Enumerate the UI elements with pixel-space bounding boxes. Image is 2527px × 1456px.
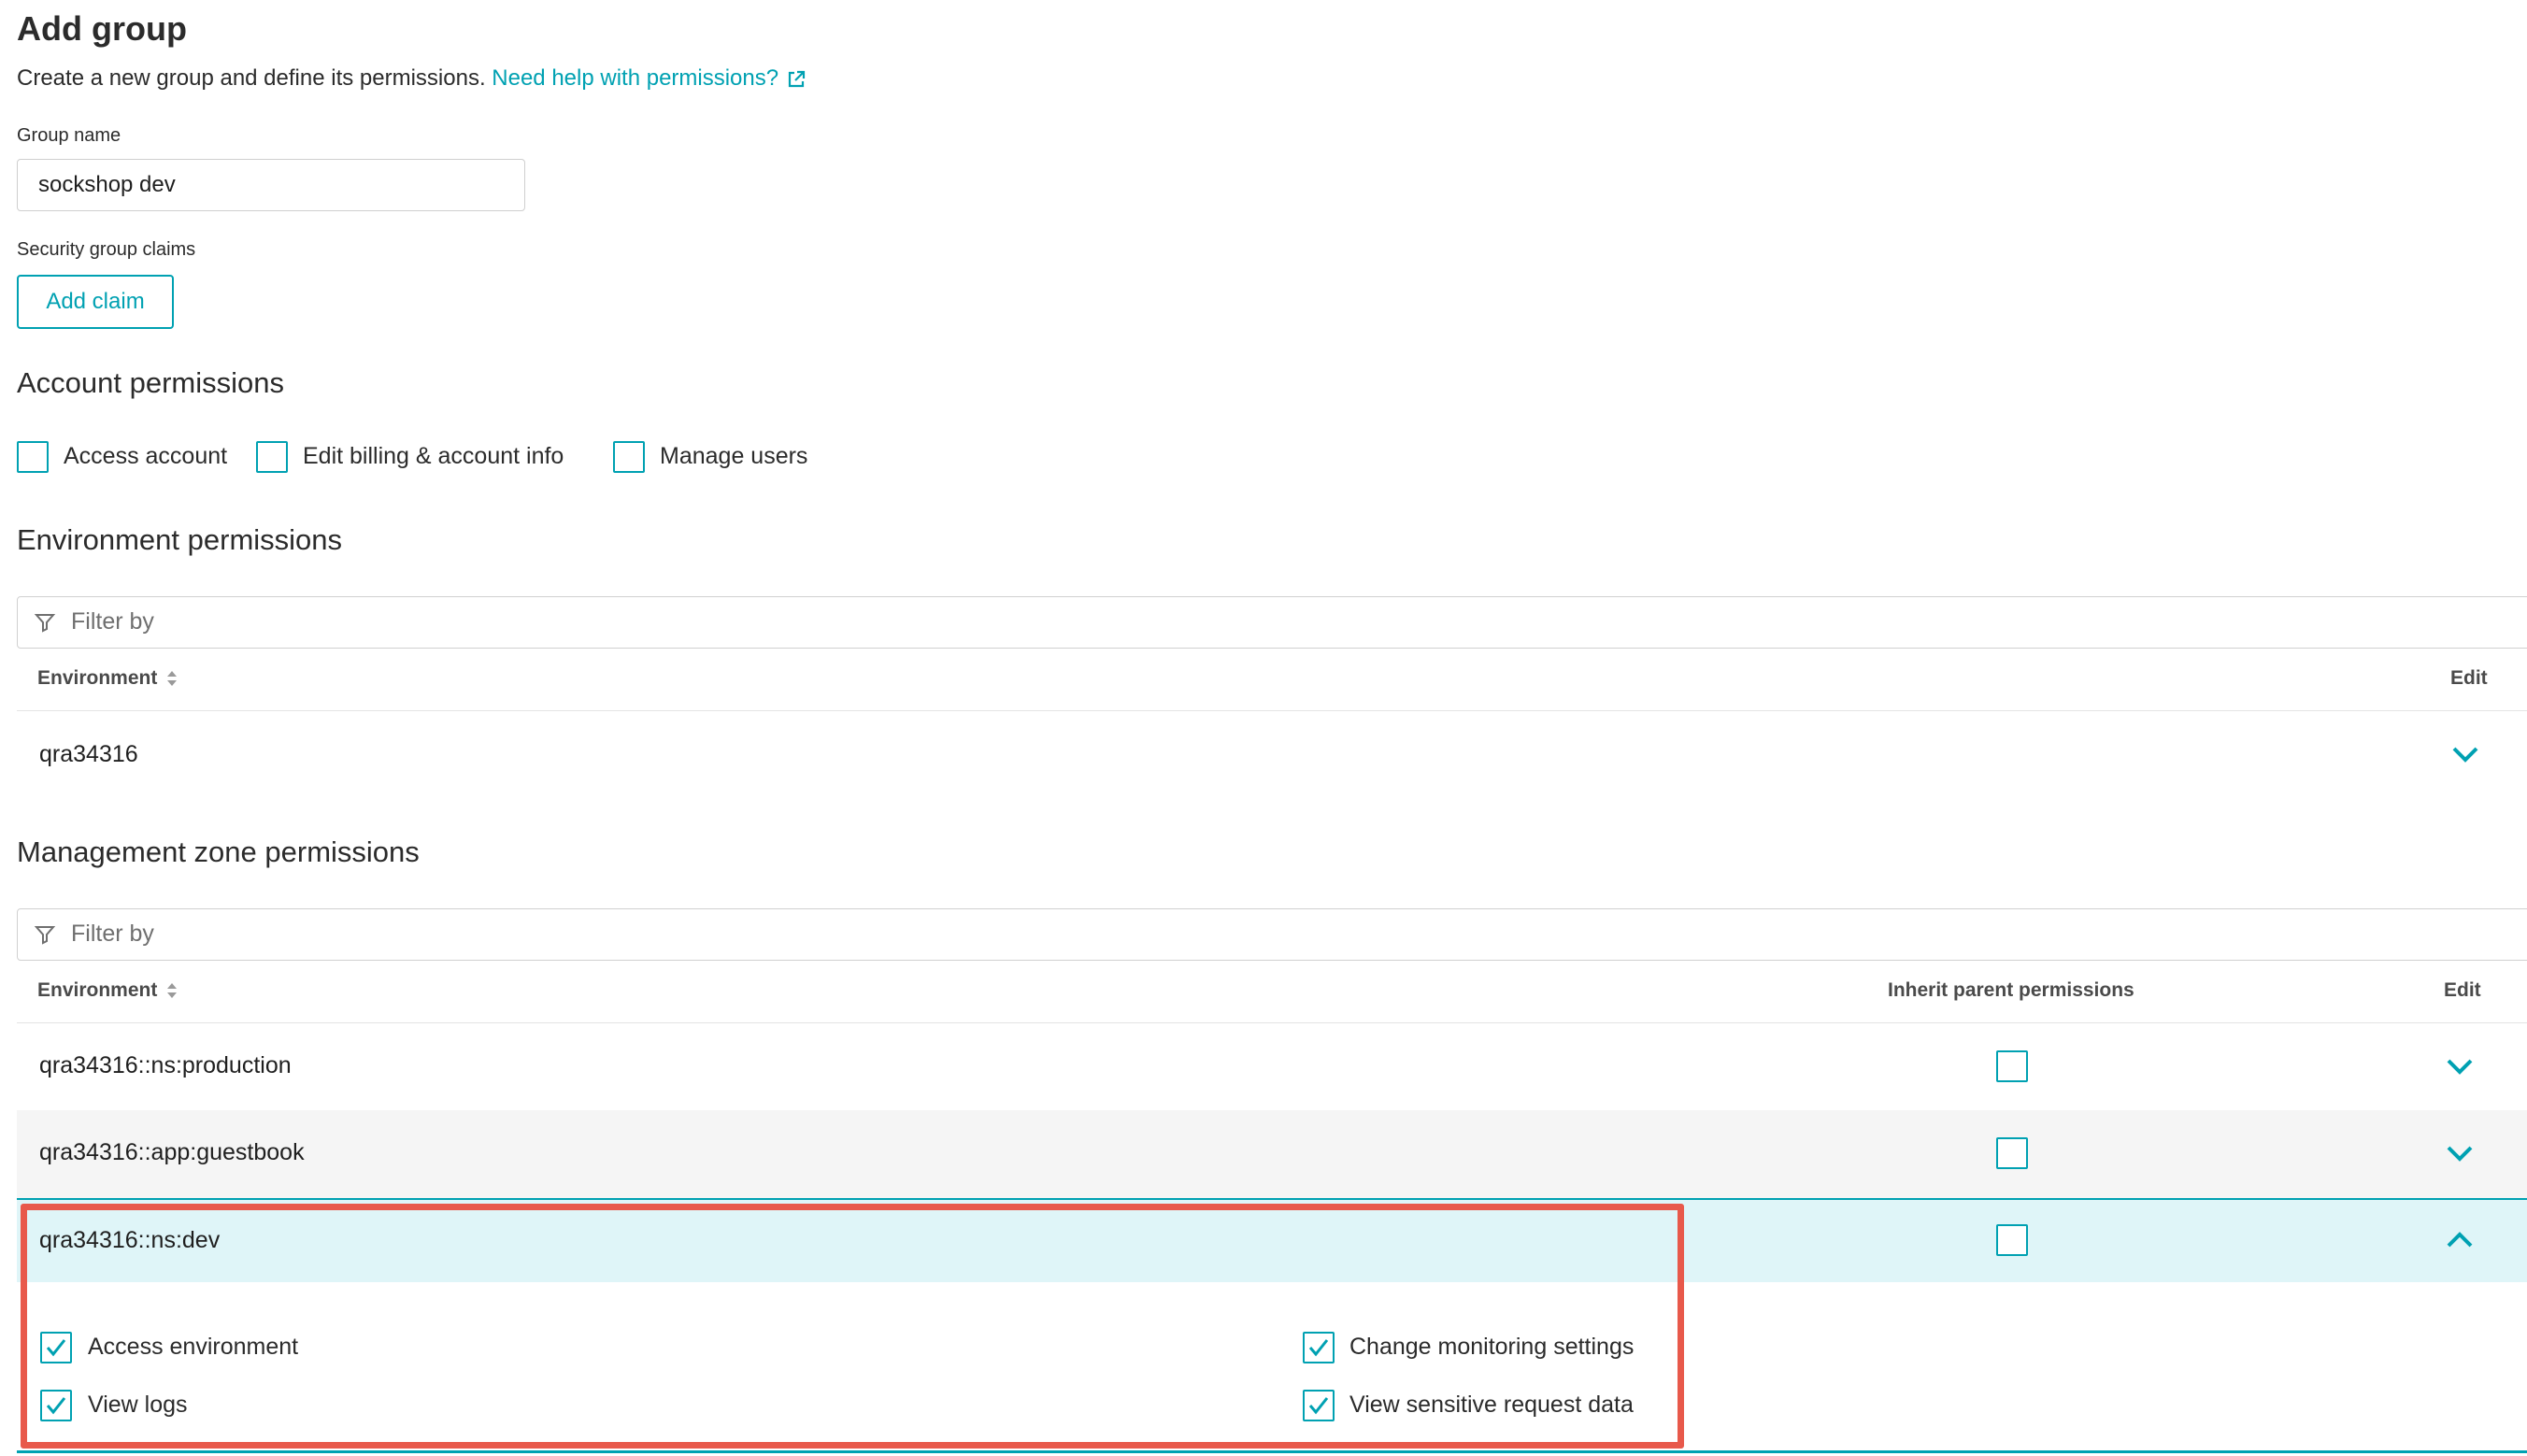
access-account-label: Access account bbox=[64, 443, 228, 469]
table-row-background bbox=[17, 1110, 2527, 1198]
inherit-checkbox[interactable] bbox=[1996, 1050, 2028, 1082]
manage-users-label: Manage users bbox=[660, 443, 808, 469]
page-title: Add group bbox=[17, 9, 187, 48]
help-permissions-link[interactable]: Need help with permissions? bbox=[492, 65, 807, 91]
environment-permissions-heading: Environment permissions bbox=[17, 523, 343, 556]
divider bbox=[17, 1022, 2527, 1023]
mz-row-name: qra34316::ns:production bbox=[39, 1052, 292, 1078]
inherit-column-header: Inherit parent permissions bbox=[1888, 979, 2134, 1001]
highlight-box bbox=[21, 1204, 1684, 1449]
environment-column-label: Environment bbox=[37, 667, 158, 689]
access-account-checkbox[interactable] bbox=[17, 441, 49, 473]
security-claims-label: Security group claims bbox=[17, 239, 196, 260]
filter-icon bbox=[34, 614, 56, 633]
group-name-label: Group name bbox=[17, 125, 121, 146]
manage-users-checkbox[interactable] bbox=[613, 441, 645, 473]
expanded-row-bottom-border bbox=[17, 1450, 2527, 1453]
external-link-icon bbox=[789, 70, 806, 87]
edit-column-header: Edit bbox=[2450, 667, 2488, 689]
environment-filter-input[interactable] bbox=[17, 596, 2527, 649]
chevron-down-icon[interactable] bbox=[2445, 1143, 2475, 1163]
page-description: Create a new group and define its permis… bbox=[17, 65, 807, 92]
inherit-checkbox[interactable] bbox=[1996, 1137, 2028, 1169]
mz-edit-column-header: Edit bbox=[2444, 979, 2481, 1001]
account-permissions-heading: Account permissions bbox=[17, 366, 285, 399]
chevron-down-icon[interactable] bbox=[2450, 744, 2480, 764]
filter-icon bbox=[34, 926, 56, 945]
mz-filter-input[interactable] bbox=[17, 908, 2527, 961]
edit-billing-checkbox[interactable] bbox=[256, 441, 288, 473]
mz-environment-column-label: Environment bbox=[37, 979, 158, 1001]
description-text: Create a new group and define its permis… bbox=[17, 65, 486, 91]
environment-row-name: qra34316 bbox=[39, 741, 138, 767]
chevron-up-icon[interactable] bbox=[2445, 1230, 2475, 1250]
chevron-down-icon[interactable] bbox=[2445, 1056, 2475, 1077]
divider bbox=[17, 710, 2527, 711]
mz-permissions-heading: Management zone permissions bbox=[17, 835, 420, 868]
environment-column-header[interactable]: Environment bbox=[37, 667, 178, 690]
add-claim-button[interactable]: Add claim bbox=[17, 275, 174, 329]
mz-filter-placeholder: Filter by bbox=[71, 921, 154, 947]
mz-environment-column-header[interactable]: Environment bbox=[37, 979, 178, 1002]
environment-filter-placeholder: Filter by bbox=[71, 608, 154, 635]
sort-icon bbox=[167, 983, 178, 999]
inherit-checkbox[interactable] bbox=[1996, 1224, 2028, 1256]
edit-billing-label: Edit billing & account info bbox=[303, 443, 564, 469]
sort-icon bbox=[167, 671, 178, 687]
help-link-label: Need help with permissions? bbox=[492, 65, 779, 91]
group-name-input[interactable] bbox=[17, 159, 525, 211]
mz-row-name: qra34316::app:guestbook bbox=[39, 1139, 305, 1165]
